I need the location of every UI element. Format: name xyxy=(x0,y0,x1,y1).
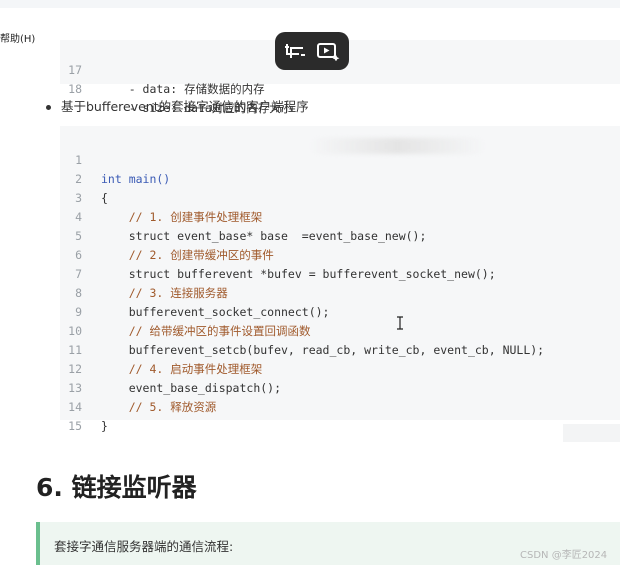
code-line: 8 bufferevent_socket_connect(); xyxy=(60,265,329,319)
code-line: 3 // 1. 创建事件处理框架 xyxy=(60,170,262,224)
scroll-indicator[interactable] xyxy=(563,424,620,442)
code-block: 1 int main() 2 { 3 // 1. 创建事件处理框架 4 stru… xyxy=(60,126,620,433)
code-line: 13 // 5. 释放资源 xyxy=(60,360,216,414)
code-line: 15 xyxy=(60,398,88,433)
code-line: 5 // 2. 创建带缓冲区的事件 xyxy=(60,208,274,262)
note-text: 套接字通信服务器端的通信流程: xyxy=(54,539,234,554)
bullet-item: 基于bufferevent的套接字通信的客户端程序 xyxy=(46,96,309,115)
code-text: int main() xyxy=(101,172,171,186)
menu-help[interactable]: 帮助(H) xyxy=(0,30,35,45)
code-text: struct bufferevent *bufev = bufferevent_… xyxy=(101,267,496,281)
watermark: CSDN @李匠2024 xyxy=(520,550,608,561)
code-line: 14 } xyxy=(60,379,108,433)
code-text: } xyxy=(101,419,108,433)
code-line: 11 // 4. 启动事件处理框架 xyxy=(60,322,262,376)
code-line: 18 - size: data对应的内存大小 xyxy=(60,61,292,115)
code-text: struct event_base* base =event_base_new(… xyxy=(101,229,427,243)
code-comment: // 3. 连接服务器 xyxy=(101,286,228,300)
blurred-overlay-text xyxy=(310,138,485,154)
floating-toolbar xyxy=(275,32,349,70)
code-line: 1 int main() xyxy=(60,132,170,186)
code-text: event_base_dispatch(); xyxy=(101,381,282,395)
code-text: bufferevent_socket_connect(); xyxy=(101,305,330,319)
code-comment: // 1. 创建事件处理框架 xyxy=(101,210,263,224)
code-line: 4 struct event_base* base =event_base_ne… xyxy=(60,189,426,243)
code-comment: // 5. 释放资源 xyxy=(101,400,217,414)
code-comment: // 4. 启动事件处理框架 xyxy=(101,362,263,376)
section-heading: 6. 链接监听器 xyxy=(36,473,197,502)
code-text: { xyxy=(101,191,108,205)
code-line: 9 // 给带缓冲区的事件设置回调函数 xyxy=(60,284,310,338)
code-line: 7 // 3. 连接服务器 xyxy=(60,246,228,300)
text-cursor-icon xyxy=(397,316,403,330)
code-line: 12 event_base_dispatch(); xyxy=(60,341,281,395)
code-line: 10 bufferevent_setcb(bufev, read_cb, wri… xyxy=(60,303,544,357)
code-line: 17 - data: 存储数据的内存 xyxy=(60,42,264,96)
bullet-text: 基于bufferevent的套接字通信的客户端程序 xyxy=(61,99,309,114)
code-comment: // 给带缓冲区的事件设置回调函数 xyxy=(101,324,311,338)
top-bar xyxy=(0,0,620,8)
code-text: bufferevent_setcb(bufev, read_cb, write_… xyxy=(101,343,545,357)
code-line: 6 struct bufferevent *bufev = buffereven… xyxy=(60,227,496,281)
code-comment: // 2. 创建带缓冲区的事件 xyxy=(101,248,274,262)
bullet-dot xyxy=(46,105,51,110)
line-number: 15 xyxy=(68,419,82,433)
screenshot-crop-icon[interactable] xyxy=(283,41,307,61)
video-ai-icon[interactable] xyxy=(316,41,340,61)
code-line: 2 { xyxy=(60,151,108,205)
